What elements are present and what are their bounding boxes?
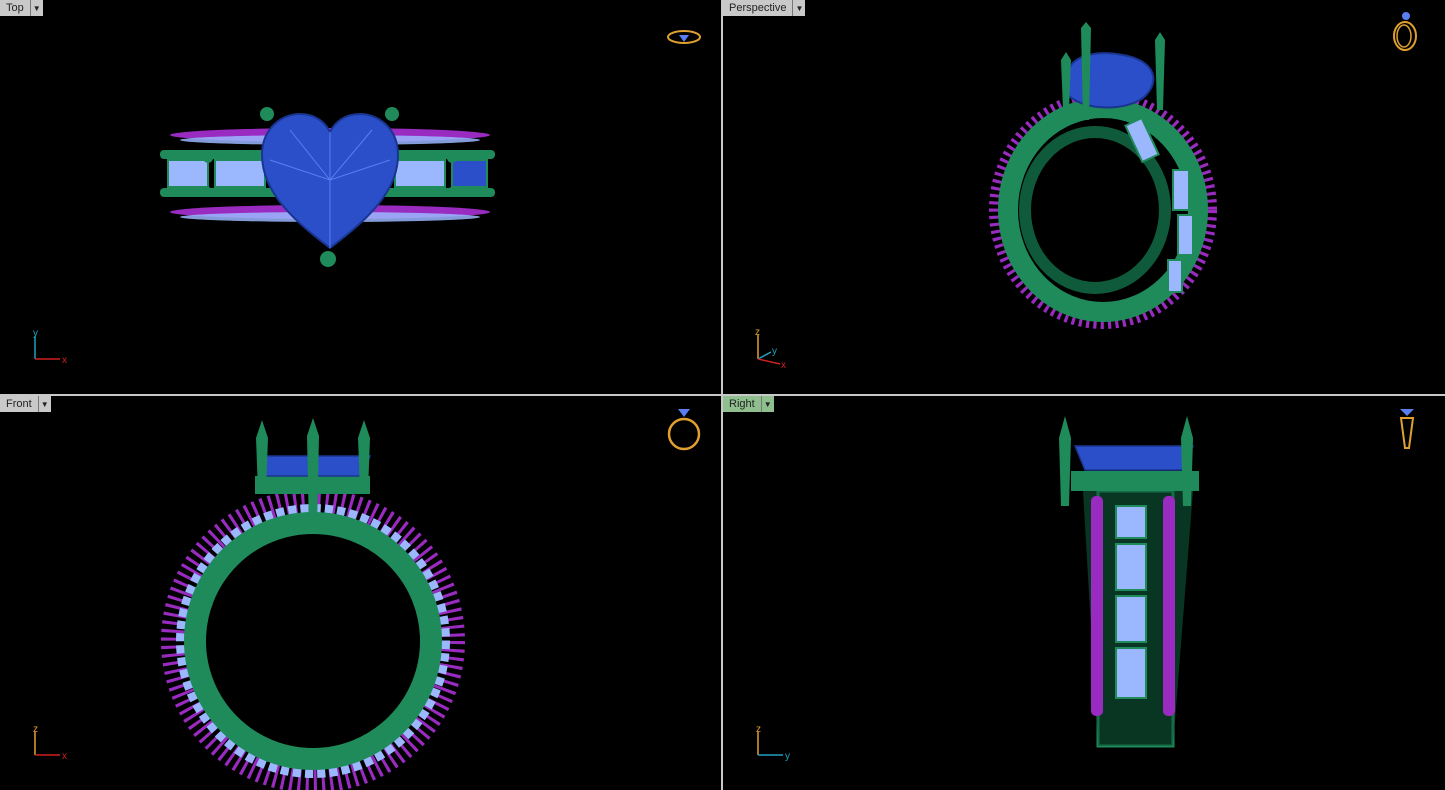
- dropdown-arrow-icon[interactable]: ▼: [38, 396, 51, 412]
- viewport-front[interactable]: z x Front ▼: [0, 396, 721, 790]
- axis-indicator: z y: [756, 724, 790, 762]
- viewport-right[interactable]: z y Right ▼: [723, 396, 1445, 790]
- axis-label-a: z: [755, 327, 760, 338]
- axis-indicator: z x: [33, 724, 67, 762]
- view-cube-icon[interactable]: [666, 26, 702, 48]
- axis-label-b: x: [62, 751, 67, 762]
- viewport-label-front[interactable]: Front ▼: [0, 396, 51, 412]
- viewport-perspective[interactable]: z y x Perspective ▼: [723, 0, 1445, 394]
- axis-label-b: y: [772, 346, 777, 357]
- axis-label-b: x: [62, 355, 67, 366]
- ring-perspective-view: [989, 22, 1217, 329]
- dropdown-arrow-icon[interactable]: ▼: [793, 0, 806, 16]
- view-cube-icon[interactable]: [1389, 8, 1421, 54]
- ring-front-view: [161, 418, 465, 790]
- viewport-title[interactable]: Right: [723, 396, 762, 412]
- ring-top-view: [160, 107, 495, 267]
- viewport-title[interactable]: Perspective: [723, 0, 794, 16]
- view-cube-icon[interactable]: [1395, 404, 1419, 452]
- dropdown-arrow-icon[interactable]: ▼: [761, 396, 774, 412]
- axis-label-a: y: [33, 328, 38, 339]
- viewport-title[interactable]: Top: [0, 0, 31, 16]
- axis-label-a: z: [33, 724, 38, 735]
- axis-label-c: x: [781, 360, 786, 370]
- view-cube-icon[interactable]: [664, 404, 704, 452]
- axis-indicator: z y x: [755, 327, 786, 370]
- viewport-title[interactable]: Front: [0, 396, 39, 412]
- axis-indicator: y x: [33, 328, 67, 366]
- dropdown-arrow-icon[interactable]: ▼: [30, 0, 43, 16]
- axis-label-b: y: [785, 751, 790, 762]
- axis-label-a: z: [756, 724, 761, 735]
- viewport-label-top[interactable]: Top ▼: [0, 0, 43, 16]
- ring-right-view: [1059, 416, 1199, 748]
- viewport-label-perspective[interactable]: Perspective ▼: [723, 0, 806, 16]
- viewport-label-right[interactable]: Right ▼: [723, 396, 774, 412]
- viewport-top[interactable]: y x Top ▼: [0, 0, 721, 394]
